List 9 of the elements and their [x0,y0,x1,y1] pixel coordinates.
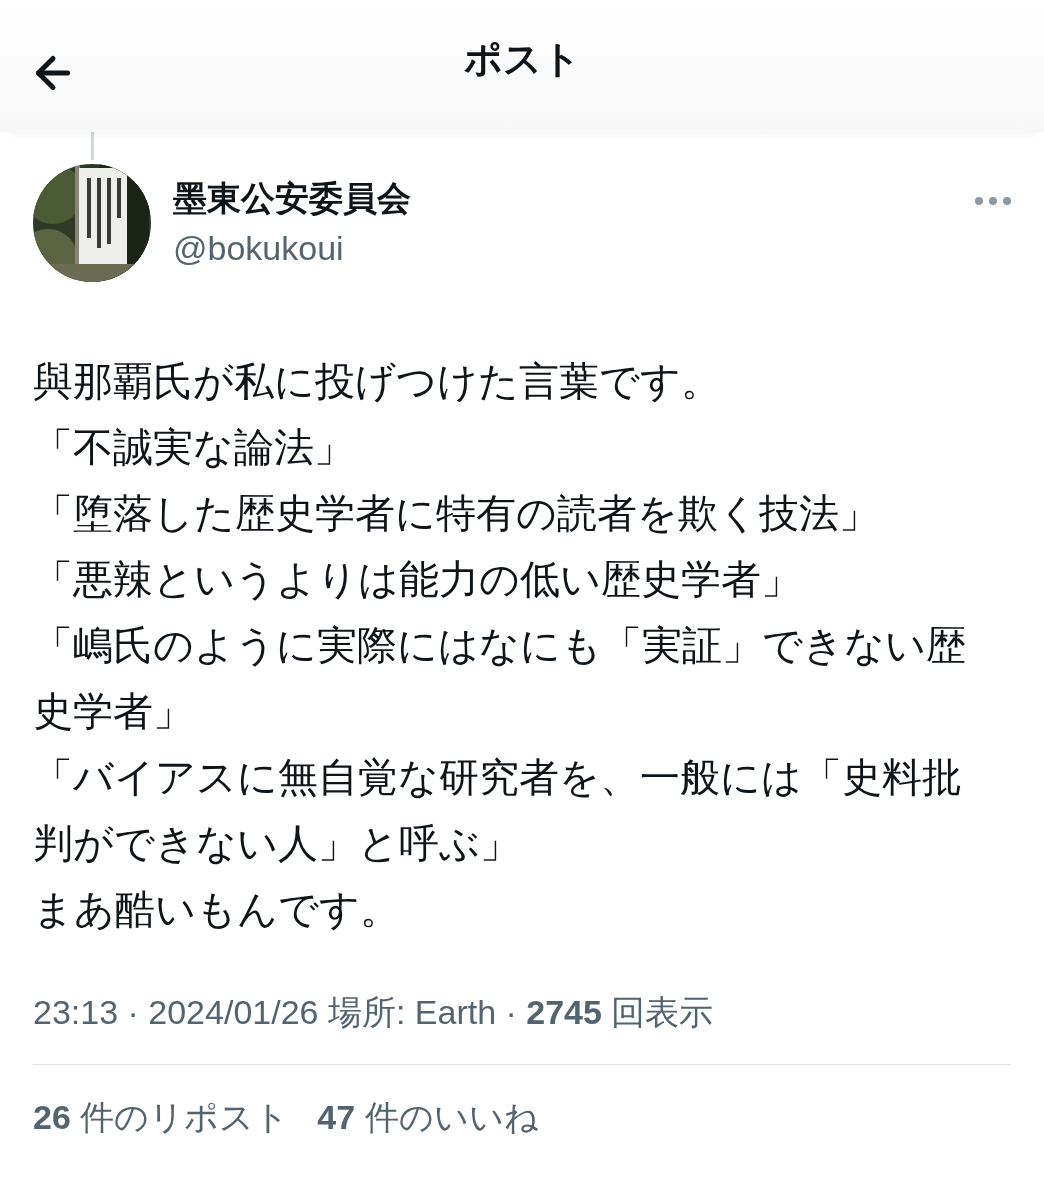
more-icon[interactable] [974,196,1012,206]
post-text: 與那覇氏が私に投げつけた言葉です。 「不誠実な論法」 「堕落した歴史学者に特有の読者を欺く技法」 「悪辣というよりは能力の低い歴史学者」 「嶋氏のように実際にはなにも「実証」できない歴 史学者」 「バイアスに無自覚な研究者を、一般には「史料批 判ができない人」と呼ぶ」 まあ酷いもんです。 [32,358,967,933]
author-name[interactable]: 墨東公安委員会 [173,176,952,220]
page-title: ポスト [463,36,581,82]
stat-link[interactable]: 47 件のいいね [317,1095,539,1141]
thread-line [91,132,94,160]
author-handle[interactable]: @bokukoui [173,226,952,270]
post-meta: 23:13 · 2024/01/26 場所: Earth · 2745 回表示 [33,990,1011,1065]
stat-link[interactable]: 26 件のリポスト [33,1095,290,1141]
